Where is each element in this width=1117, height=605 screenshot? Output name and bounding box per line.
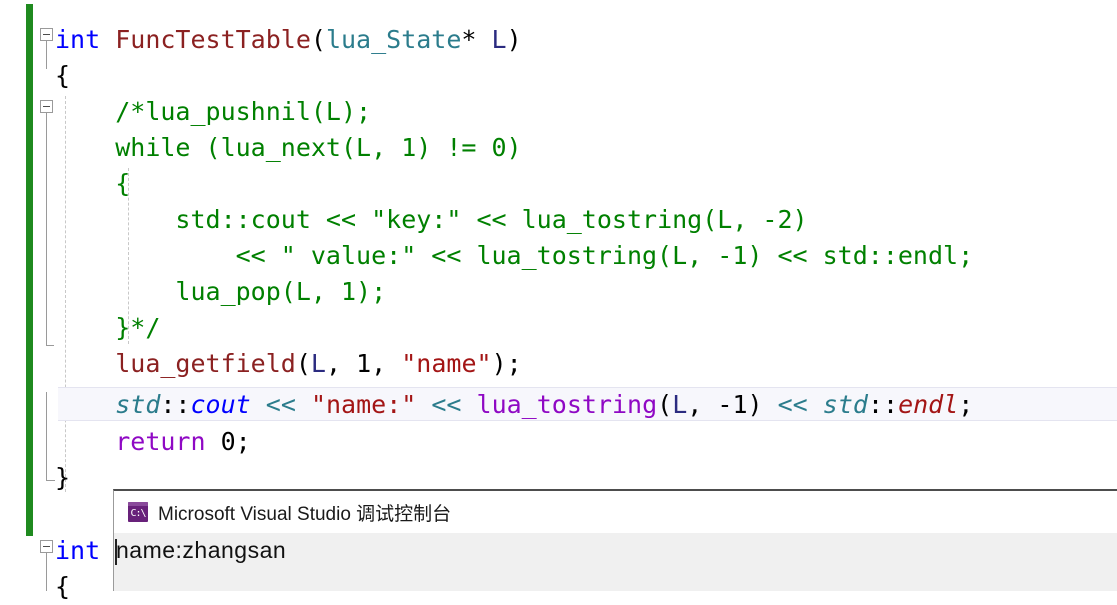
code-line-5[interactable]: { [55, 166, 130, 202]
code-token: lua_tostring [476, 390, 658, 419]
code-line-10[interactable]: lua_getfield(L, 1, "name"); [55, 346, 522, 382]
code-line-8[interactable]: lua_pop(L, 1); [55, 274, 386, 310]
code-line-9[interactable]: }*/ [55, 310, 160, 346]
code-token: { [115, 169, 131, 198]
code-token: std::cout << "key:" << lua_tostring(L, -… [175, 205, 808, 234]
code-token: ) [506, 25, 522, 54]
console-output-line-1: name:zhangsan [116, 537, 287, 563]
code-token: int [55, 536, 101, 565]
code-line-1[interactable]: int FuncTestTable(lua_State* L) [55, 22, 522, 58]
debug-console-window[interactable]: C:\ Microsoft Visual Studio 调试控制台 name:z… [113, 489, 1117, 591]
code-token: L [491, 25, 507, 54]
code-token: lua_getfield [115, 349, 296, 378]
code-token: << [265, 390, 296, 419]
code-line-7[interactable]: << " value:" << lua_tostring(L, -1) << s… [55, 238, 974, 274]
code-token: endl [898, 390, 959, 419]
code-token: ) [747, 390, 763, 419]
code-token: "name:" [310, 390, 417, 419]
code-token: L [310, 349, 326, 378]
code-token: } [55, 463, 71, 492]
console-title-label: Microsoft Visual Studio 调试控制台 [158, 503, 452, 525]
code-token: cout [190, 390, 251, 419]
console-icon-glyph: C:\ [130, 508, 146, 519]
code-token: ( [657, 390, 673, 419]
code-token: 0 [220, 427, 236, 456]
console-title-bar[interactable]: C:\ Microsoft Visual Studio 调试控制台 [114, 491, 1117, 533]
console-window-icon: C:\ [128, 502, 148, 522]
code-token: ( [295, 349, 311, 378]
code-line-15[interactable]: { [55, 569, 70, 605]
code-token: L [672, 390, 688, 419]
code-token: ( [310, 25, 326, 54]
code-token: /*lua_pushnil(L); [115, 97, 372, 126]
code-token: { [55, 572, 71, 601]
code-token: << " value:" << lua_tostring(L, -1) << s… [235, 241, 974, 270]
code-token: }*/ [115, 313, 161, 342]
code-token: , [325, 349, 357, 378]
code-token: "name" [401, 349, 492, 378]
console-output-area[interactable]: name:zhangsan [114, 533, 1117, 591]
code-token: ; [235, 427, 251, 456]
code-token: { [55, 61, 71, 90]
code-token: lua_pop(L, 1); [175, 277, 387, 306]
code-token: ; [958, 390, 974, 419]
code-line-12[interactable]: return 0; [55, 424, 251, 460]
code-token: std [115, 390, 161, 419]
code-token: -1 [717, 390, 748, 419]
code-line-11-current[interactable]: std::cout << "name:" << lua_tostring(L, … [55, 387, 973, 423]
code-line-13[interactable]: } [55, 460, 70, 496]
code-token: lua_State [325, 25, 462, 54]
code-token: std [822, 390, 868, 419]
code-token: << [431, 390, 462, 419]
code-line-14[interactable]: int [55, 533, 100, 569]
code-line-4[interactable]: while (lua_next(L, 1) != 0) [55, 130, 522, 166]
code-line-3[interactable]: /*lua_pushnil(L); [55, 94, 371, 130]
code-token: return [115, 427, 206, 456]
code-line-2[interactable]: { [55, 58, 70, 94]
code-token: FuncTestTable [115, 25, 311, 54]
code-line-6[interactable]: std::cout << "key:" << lua_tostring(L, -… [55, 202, 808, 238]
code-token: int [55, 25, 101, 54]
code-token: :: [160, 390, 191, 419]
code-token: while (lua_next(L, 1) != 0) [115, 133, 522, 162]
code-token: , [371, 349, 402, 378]
code-token: ); [491, 349, 522, 378]
code-token: << [777, 390, 808, 419]
code-token: , [687, 390, 718, 419]
code-token: 1 [356, 349, 372, 378]
code-token: :: [867, 390, 899, 419]
code-token: * [461, 25, 477, 54]
